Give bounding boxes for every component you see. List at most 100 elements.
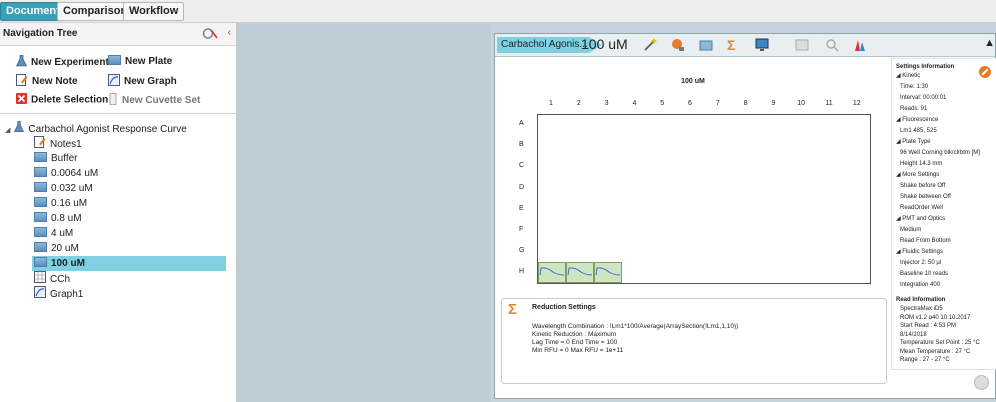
read-info-value: ROM v1.2 o40 10.10.2017 — [900, 314, 971, 321]
settings-section-header[interactable]: ◢ More Settings — [896, 172, 939, 179]
settings-section-header[interactable]: ◢ PMT and Optics — [896, 216, 945, 223]
plate-view-icon[interactable] — [699, 38, 713, 52]
column-number[interactable]: 6 — [680, 100, 700, 107]
settings-section-header[interactable]: ◢ Fluorescence — [896, 117, 938, 124]
column-number[interactable]: 3 — [597, 100, 617, 107]
tree-item-label: 0.0064 uM — [51, 168, 99, 179]
row-label[interactable]: A — [519, 120, 524, 127]
tree-item-graph1[interactable]: Graph1 — [34, 286, 83, 301]
plate-icon — [34, 212, 47, 222]
tree-root-label: Carbachol Agonist Response Curve — [28, 124, 187, 136]
cuvette-icon — [108, 93, 118, 108]
column-number[interactable]: 8 — [736, 100, 756, 107]
flask-icon — [16, 54, 27, 70]
edit-settings-icon[interactable] — [978, 65, 992, 82]
plate-grid[interactable] — [537, 114, 871, 284]
row-label[interactable]: F — [519, 226, 523, 233]
new-note-button[interactable]: New Note — [16, 74, 78, 89]
row-label[interactable]: G — [519, 247, 524, 254]
magic-wand-icon[interactable] — [643, 38, 657, 52]
column-number[interactable]: 1 — [541, 100, 561, 107]
divider — [0, 113, 236, 114]
tree-item-100-um[interactable]: 100 uM — [32, 256, 226, 271]
plate-view: 100 uM 1 2 3 4 5 6 7 8 9 10 11 12 ABCDEFGH — [501, 62, 885, 322]
tree-item-0-032-um[interactable]: 0.032 uM — [34, 181, 93, 196]
tree-item-label: 20 uM — [51, 243, 79, 254]
reduction-icon[interactable]: Σ — [727, 38, 741, 52]
settings-value: Read From Bottom — [900, 238, 951, 244]
new-graph-label: New Graph — [124, 76, 177, 88]
settings-value: Baseline 10 reads — [900, 271, 949, 277]
tree-item-notes1[interactable]: Notes1 — [34, 136, 82, 151]
plate-icon — [34, 152, 47, 162]
plate-icon — [108, 55, 121, 65]
tree-item-label: Graph1 — [50, 289, 84, 301]
plate-icon — [34, 242, 47, 252]
well-h3[interactable] — [594, 262, 622, 283]
scroll-up-icon[interactable]: ▲ — [984, 37, 995, 49]
settings-section-header[interactable]: ◢ Kinetic — [896, 73, 920, 80]
graph-icon[interactable] — [853, 38, 867, 52]
concentration-label: 100 uM — [581, 36, 628, 52]
plate-icon — [34, 197, 47, 207]
settings-section-header[interactable]: ◢ Fluidic Settings — [896, 249, 943, 256]
new-plate-button[interactable]: New Plate — [108, 55, 172, 67]
plate-icon — [34, 227, 47, 237]
read-icon[interactable] — [671, 38, 685, 52]
tree-item-cch[interactable]: CCh — [34, 271, 70, 286]
reduction-line: Min RFU = 0 Max RFU = 1e+11 — [532, 347, 624, 354]
new-plate-label: New Plate — [125, 56, 173, 67]
display-icon[interactable] — [755, 38, 769, 52]
note-icon — [16, 74, 28, 89]
tree-item-label: 0.16 uM — [51, 198, 88, 209]
row-label[interactable]: C — [519, 162, 524, 169]
data-table-icon[interactable] — [795, 38, 809, 52]
tab-document[interactable]: Document — [0, 2, 66, 21]
settings-value: Injector 2: 50 µl — [900, 260, 942, 266]
tree-item-0-16-um[interactable]: 0.16 uM — [34, 196, 87, 211]
settings-section-header[interactable]: ◢ Plate Type — [896, 139, 931, 146]
settings-value: Integration 400 — [900, 282, 941, 288]
tree-item-label: Buffer — [51, 153, 78, 164]
tab-workflow[interactable]: Workflow — [123, 2, 185, 21]
collapse-panel-icon[interactable]: ‹ — [228, 27, 231, 38]
new-graph-button[interactable]: New Graph — [108, 74, 177, 89]
settings-title: Settings Information — [896, 64, 955, 70]
tree-item-0-8-um[interactable]: 0.8 uM — [34, 211, 82, 226]
new-cuvette-set-button[interactable]: New Cuvette Set — [108, 93, 200, 108]
tree-item-label: 0.032 uM — [51, 183, 93, 194]
tree-item-label: 4 uM — [51, 228, 74, 239]
graph-icon — [108, 74, 120, 89]
column-number[interactable]: 9 — [763, 100, 783, 107]
column-number[interactable]: 5 — [652, 100, 672, 107]
expand-arrow-icon[interactable]: ◢ — [5, 127, 10, 134]
well-h2[interactable] — [566, 262, 594, 283]
column-number[interactable]: 7 — [708, 100, 728, 107]
column-number[interactable]: 2 — [569, 100, 589, 107]
zoom-icon[interactable] — [825, 38, 839, 52]
tab-comparison[interactable]: Comparison — [57, 2, 134, 21]
row-label[interactable]: E — [519, 205, 524, 212]
new-experiment-button[interactable]: New Experiment — [16, 54, 109, 70]
column-number[interactable]: 10 — [791, 100, 811, 107]
delete-selection-button[interactable]: Delete Selection — [16, 93, 108, 107]
tree-item-4-um[interactable]: 4 uM — [34, 226, 73, 241]
tree-item-label: CCh — [50, 274, 71, 286]
tree-item-0-0064-um[interactable]: 0.0064 uM — [34, 166, 98, 181]
row-label[interactable]: D — [519, 184, 524, 191]
well-h1[interactable] — [538, 262, 566, 283]
new-note-label: New Note — [32, 76, 78, 88]
row-label[interactable]: H — [519, 268, 524, 275]
row-label[interactable]: B — [519, 141, 524, 148]
column-number[interactable]: 12 — [847, 100, 867, 107]
reduction-line: Kinetic Reduction : Maximum — [532, 331, 617, 338]
settings-icon[interactable] — [202, 27, 218, 43]
plate-title: 100 uM — [681, 78, 705, 85]
tree-item-20-um[interactable]: 20 uM — [34, 241, 79, 256]
tree-root[interactable]: ◢ Carbachol Agonist Response Curve — [5, 121, 187, 136]
next-page-icon[interactable] — [974, 375, 989, 390]
tree-item-buffer[interactable]: Buffer — [34, 151, 78, 166]
reduction-line: Lag Time = 0 End Time = 100 — [532, 339, 618, 346]
column-number[interactable]: 11 — [819, 100, 839, 107]
column-number[interactable]: 4 — [624, 100, 644, 107]
